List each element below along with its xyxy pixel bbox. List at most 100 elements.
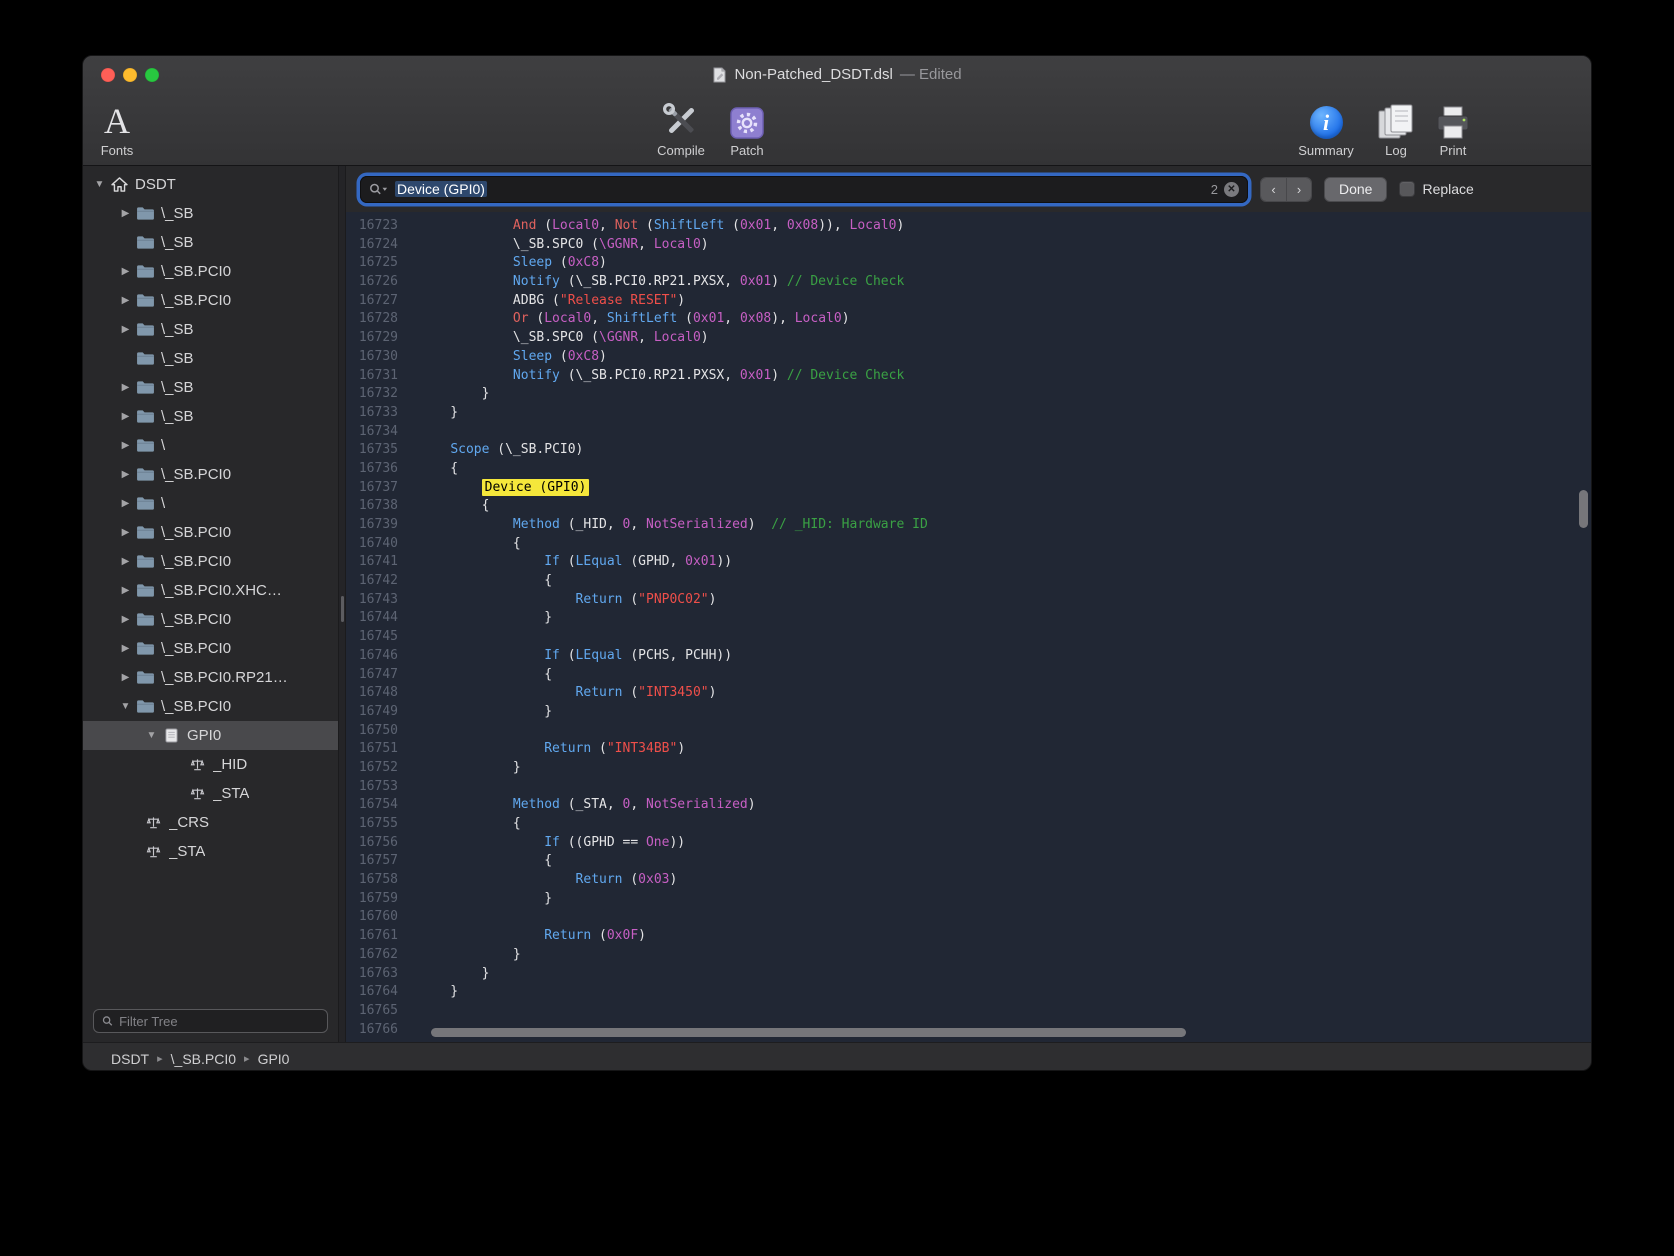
tree-item-sta[interactable]: _STA xyxy=(83,779,338,808)
titlebar[interactable]: Non-Patched_DSDT.dsl — Edited xyxy=(83,56,1591,93)
compile-button[interactable]: Compile xyxy=(649,99,713,158)
tree-item-sbpci0[interactable]: ▶\_SB.PCI0 xyxy=(83,547,338,576)
disclosure-triangle-icon[interactable]: ▶ xyxy=(117,469,134,480)
tree-item-sbpci0[interactable]: ▶\_SB.PCI0 xyxy=(83,286,338,315)
disclosure-triangle-icon[interactable]: ▶ xyxy=(117,556,134,567)
disclosure-triangle-icon[interactable]: ▶ xyxy=(117,440,134,451)
folder-icon xyxy=(134,205,156,222)
tree-item-crs[interactable]: _CRS xyxy=(83,808,338,837)
disclosure-triangle-icon[interactable]: ▶ xyxy=(117,324,134,335)
tree-item-sbpci0xhc[interactable]: ▶\_SB.PCI0.XHC… xyxy=(83,576,338,605)
tree-item-hid[interactable]: _HID xyxy=(83,750,338,779)
folder-icon xyxy=(134,263,156,280)
minimize-button[interactable] xyxy=(123,68,137,82)
summary-button[interactable]: i Summary xyxy=(1290,99,1362,158)
line-number: 16762 xyxy=(346,946,398,965)
code-content[interactable]: And (Local0, Not (ShiftLeft (0x01, 0x08)… xyxy=(406,217,1591,1042)
disclosure-triangle-icon[interactable]: ▶ xyxy=(117,266,134,277)
tree-item-sta[interactable]: _STA xyxy=(83,837,338,866)
vertical-scrollbar-thumb[interactable] xyxy=(1579,490,1588,528)
replace-checkbox[interactable] xyxy=(1399,181,1415,197)
horizontal-scrollbar-thumb[interactable] xyxy=(431,1028,1186,1037)
tree-item-sb[interactable]: ▶\_SB xyxy=(83,402,338,431)
line-number: 16734 xyxy=(346,423,398,442)
code-line: } xyxy=(419,609,1591,628)
code-line xyxy=(419,778,1591,797)
done-button[interactable]: Done xyxy=(1324,177,1387,202)
print-button[interactable]: Print xyxy=(1428,99,1478,158)
tree-item-gpi0[interactable]: ▼GPI0 xyxy=(83,721,338,750)
close-button[interactable] xyxy=(101,68,115,82)
disclosure-triangle-icon[interactable]: ▶ xyxy=(117,585,134,596)
code-line: Method (_HID, 0, NotSerialized) // _HID:… xyxy=(419,516,1591,535)
tree-item-sb[interactable]: ▶\_SB xyxy=(83,373,338,402)
line-number: 16746 xyxy=(346,647,398,666)
breadcrumb-item[interactable]: GPI0 xyxy=(258,1051,290,1067)
tree-item-sbpci0[interactable]: ▶ \_SB.PCI0 xyxy=(83,460,338,489)
disclosure-triangle-icon[interactable]: ▶ xyxy=(117,295,134,306)
tree-item-sb[interactable]: ▶\_SB xyxy=(83,315,338,344)
filter-tree-field[interactable] xyxy=(93,1009,328,1033)
code-line xyxy=(419,1002,1591,1021)
code-editor[interactable]: 1672316724167251672616727167281672916730… xyxy=(346,212,1591,1042)
previous-match-button[interactable]: ‹ xyxy=(1261,178,1286,201)
tree-item-[interactable]: ▶\ xyxy=(83,431,338,460)
disclosure-triangle-icon[interactable]: ▼ xyxy=(143,730,160,741)
filter-tree-input[interactable] xyxy=(119,1014,319,1029)
tree-item-[interactable]: ▶\ xyxy=(83,489,338,518)
disclosure-triangle-icon[interactable]: ▶ xyxy=(117,411,134,422)
match-count: 2 xyxy=(1211,182,1218,197)
disclosure-triangle-icon[interactable]: ▼ xyxy=(91,179,108,190)
disclosure-triangle-icon[interactable]: ▶ xyxy=(117,208,134,219)
patch-button[interactable]: Patch xyxy=(719,99,775,158)
disclosure-triangle-icon[interactable]: ▶ xyxy=(117,527,134,538)
line-number: 16736 xyxy=(346,460,398,479)
tree-item-label: \_SB.PCI0 xyxy=(161,466,231,483)
search-menu-icon[interactable] xyxy=(369,183,389,196)
line-number: 16759 xyxy=(346,890,398,909)
find-search-field[interactable]: Device (GPI0) 2 ✕ xyxy=(360,176,1248,203)
tree-item-label: _STA xyxy=(169,843,205,860)
tree-item-sbpci0[interactable]: ▼\_SB.PCI0 xyxy=(83,692,338,721)
sidebar-splitter[interactable] xyxy=(338,166,346,1042)
tree-item-sb[interactable]: ▶\_SB xyxy=(83,199,338,228)
disclosure-triangle-icon[interactable]: ▶ xyxy=(117,614,134,625)
document-proxy-icon[interactable] xyxy=(712,67,727,83)
fonts-button[interactable]: A Fonts xyxy=(94,99,140,158)
log-button[interactable]: Log xyxy=(1371,99,1421,158)
tree-item-sbpci0rp21[interactable]: ▶\_SB.PCI0.RP21… xyxy=(83,663,338,692)
code-line: } xyxy=(419,404,1591,423)
tree-item-sb[interactable]: \_SB xyxy=(83,344,338,373)
tree-item-dsdt[interactable]: ▼DSDT xyxy=(83,170,338,199)
code-line: } xyxy=(419,965,1591,984)
breadcrumb-item[interactable]: \_SB.PCI0 xyxy=(171,1051,236,1067)
code-line: Return ("INT34BB") xyxy=(419,740,1591,759)
tree-item-label: \ xyxy=(161,495,165,512)
disclosure-triangle-icon[interactable]: ▶ xyxy=(117,643,134,654)
code-line: { xyxy=(419,460,1591,479)
disclosure-triangle-icon[interactable]: ▼ xyxy=(117,701,134,712)
tree-item-sb[interactable]: \_SB xyxy=(83,228,338,257)
zoom-button[interactable] xyxy=(145,68,159,82)
disclosure-triangle-icon[interactable]: ▶ xyxy=(117,498,134,509)
tree-item-sbpci0[interactable]: ▶ \_SB.PCI0 xyxy=(83,634,338,663)
disclosure-triangle-icon[interactable]: ▶ xyxy=(117,382,134,393)
tree-item-label: \_SB.PCI0 xyxy=(161,640,231,657)
next-match-button[interactable]: › xyxy=(1286,178,1311,201)
code-line: { xyxy=(419,535,1591,554)
fonts-icon: A xyxy=(104,101,130,141)
disclosure-triangle-icon[interactable]: ▶ xyxy=(117,672,134,683)
tree-item-sbpci0[interactable]: ▶\_SB.PCI0 xyxy=(83,518,338,547)
find-bar: Device (GPI0) 2 ✕ ‹ › Done Replace xyxy=(346,166,1591,212)
line-number: 16745 xyxy=(346,628,398,647)
log-pages-icon xyxy=(1376,99,1416,141)
tree-item-sbpci0[interactable]: ▶\_SB.PCI0 xyxy=(83,605,338,634)
breadcrumb-item[interactable]: DSDT xyxy=(111,1051,149,1067)
tree-item-sbpci0[interactable]: ▶\_SB.PCI0 xyxy=(83,257,338,286)
line-number: 16730 xyxy=(346,348,398,367)
home-icon xyxy=(108,176,130,193)
line-number: 16752 xyxy=(346,759,398,778)
method-icon xyxy=(186,756,208,773)
clear-search-icon[interactable]: ✕ xyxy=(1224,182,1239,197)
line-number: 16747 xyxy=(346,666,398,685)
